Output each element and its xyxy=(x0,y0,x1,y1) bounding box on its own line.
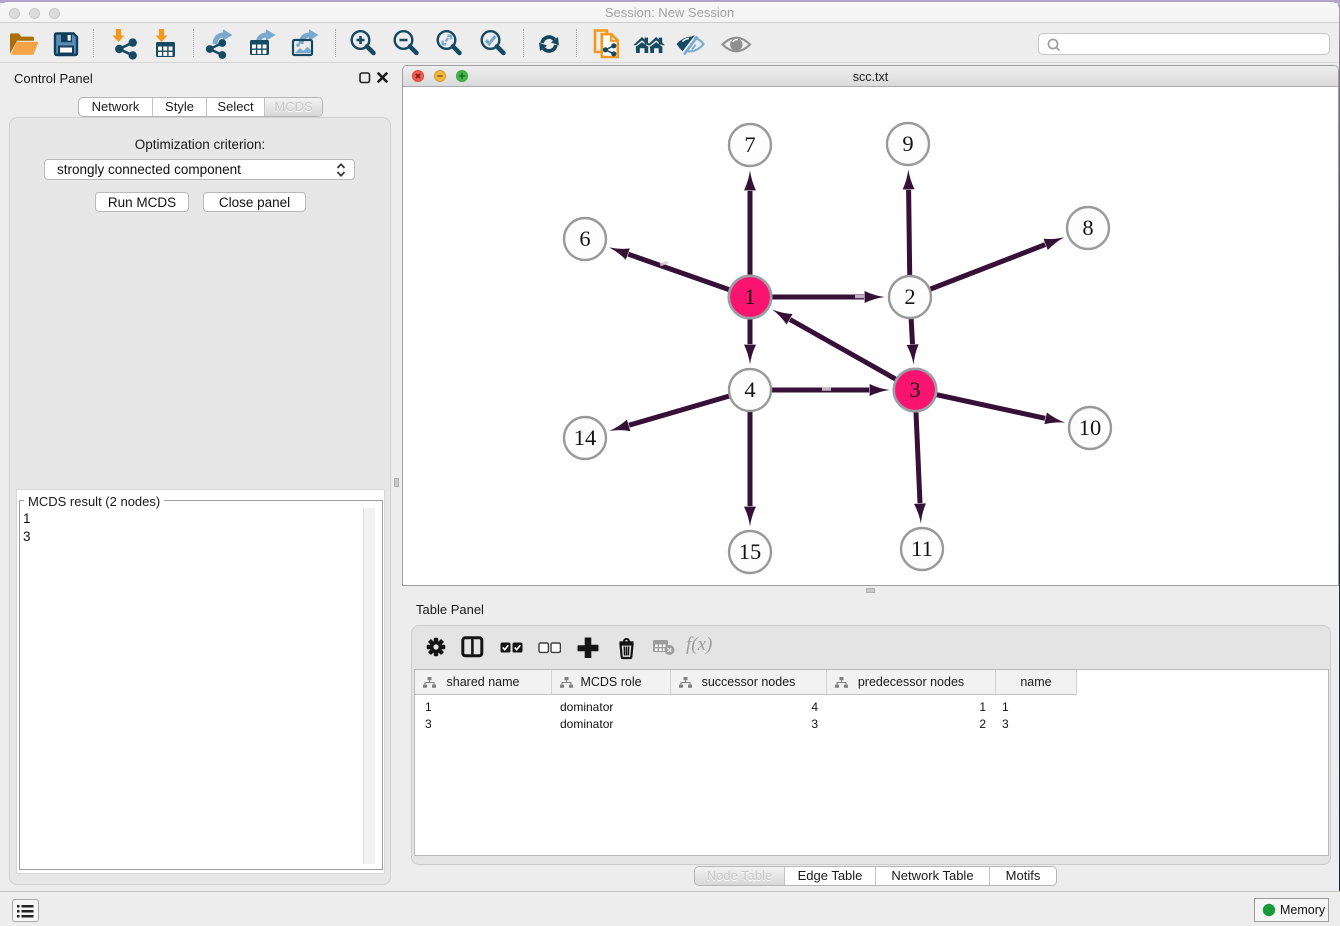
svg-text:10: 10 xyxy=(1079,415,1102,440)
svg-text:4: 4 xyxy=(744,377,755,402)
svg-text:6: 6 xyxy=(579,226,590,251)
svg-text:9: 9 xyxy=(902,131,913,156)
svg-text:14: 14 xyxy=(574,425,597,450)
svg-text:15: 15 xyxy=(739,539,762,564)
svg-text:8: 8 xyxy=(1082,215,1093,240)
svg-text:2: 2 xyxy=(904,284,915,309)
svg-text:1: 1 xyxy=(744,284,755,309)
svg-text:7: 7 xyxy=(744,132,755,157)
svg-text:11: 11 xyxy=(911,536,933,561)
svg-text:3: 3 xyxy=(909,377,920,402)
